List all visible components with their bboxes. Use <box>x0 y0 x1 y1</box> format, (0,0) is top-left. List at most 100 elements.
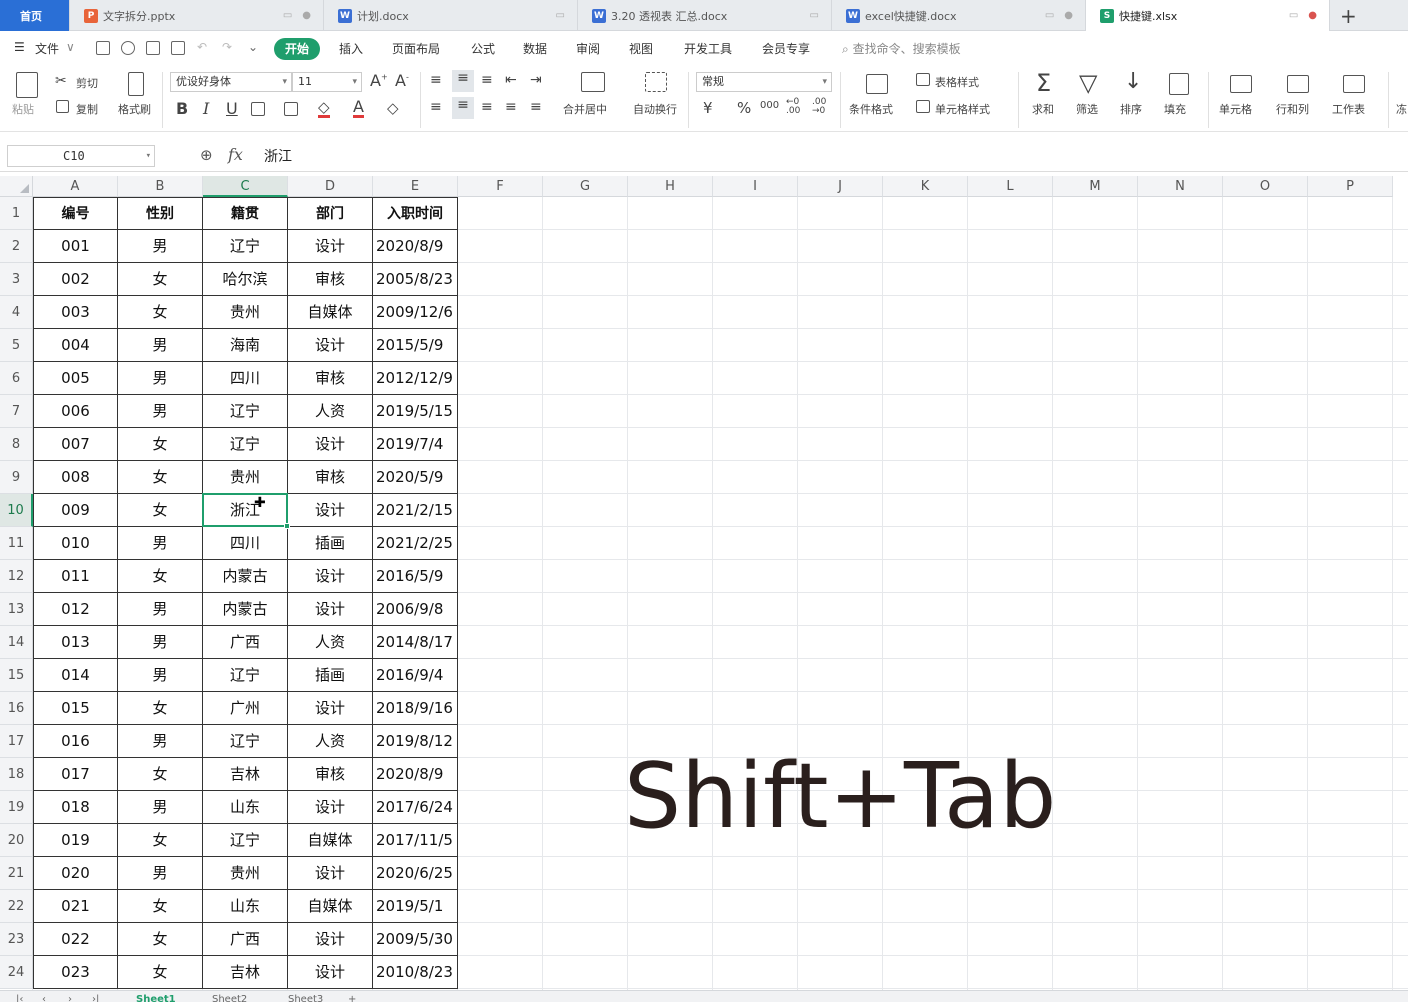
indent-increase-icon[interactable]: ⇥ <box>530 72 542 88</box>
table-cell[interactable]: 设计 <box>288 230 373 263</box>
menu-member[interactable]: 会员专享 <box>762 40 810 57</box>
table-header-cell[interactable]: 部门 <box>288 197 373 230</box>
filter-icon[interactable]: ▽ <box>1079 69 1097 97</box>
print-preview-icon[interactable] <box>171 41 185 55</box>
column-header-c[interactable]: C <box>203 176 288 197</box>
table-cell[interactable]: 吉林 <box>203 956 288 989</box>
tab-home[interactable]: 首页 <box>0 0 70 31</box>
decrease-decimal-button[interactable]: .00 →0 <box>812 98 832 116</box>
paste-button[interactable]: 粘贴 <box>12 101 34 117</box>
menu-view[interactable]: 视图 <box>629 40 653 57</box>
table-cell[interactable]: 四川 <box>203 527 288 560</box>
table-cell[interactable]: 女 <box>118 428 203 461</box>
menu-file[interactable]: 文件 <box>35 40 59 57</box>
restore-icon[interactable]: ▭ <box>283 10 292 21</box>
table-cell[interactable]: 女 <box>118 890 203 923</box>
row-header-6[interactable]: 6 <box>0 362 33 395</box>
add-sheet-icon[interactable]: + <box>348 994 356 1002</box>
fill-handle[interactable] <box>284 523 290 529</box>
table-cell[interactable]: 辽宁 <box>203 824 288 857</box>
table-cell[interactable]: 010 <box>33 527 118 560</box>
unsaved-dot-icon[interactable]: ● <box>1308 10 1317 21</box>
new-tab-plus-icon[interactable]: + <box>1340 4 1357 28</box>
menu-start[interactable]: 开始 <box>274 38 320 60</box>
table-cell[interactable]: 2019/7/4 <box>373 428 458 461</box>
table-cell[interactable]: 审核 <box>288 758 373 791</box>
copy-icon[interactable] <box>56 100 69 113</box>
table-cell[interactable]: 吉林 <box>203 758 288 791</box>
table-cell[interactable]: 女 <box>118 263 203 296</box>
format-painter-button[interactable]: 格式刷 <box>118 101 151 117</box>
table-cell[interactable]: 设计 <box>288 923 373 956</box>
tab-docx-plan[interactable]: W 计划.docx ▭ <box>324 0 578 31</box>
tab-docx-shortcuts[interactable]: W excel快捷键.docx ▭ ● <box>832 0 1086 31</box>
column-header-g[interactable]: G <box>543 176 628 197</box>
row-header-14[interactable]: 14 <box>0 626 33 659</box>
italic-button[interactable]: I <box>203 99 209 118</box>
table-cell[interactable]: 哈尔滨 <box>203 263 288 296</box>
row-col-button[interactable]: 行和列 <box>1276 101 1309 117</box>
column-header-m[interactable]: M <box>1053 176 1138 197</box>
fill-color-icon[interactable]: ◇ <box>318 99 330 118</box>
table-header-cell[interactable]: 入职时间 <box>373 197 458 230</box>
row-header-10[interactable]: 10 <box>0 494 33 527</box>
table-cell[interactable]: 019 <box>33 824 118 857</box>
table-cell[interactable]: 2015/5/9 <box>373 329 458 362</box>
table-cell[interactable]: 辽宁 <box>203 659 288 692</box>
row-header-12[interactable]: 12 <box>0 560 33 593</box>
table-cell[interactable]: 内蒙古 <box>203 560 288 593</box>
fill-pattern-icon[interactable] <box>284 102 298 116</box>
table-cell[interactable]: 2016/5/9 <box>373 560 458 593</box>
indent-decrease-icon[interactable]: ⇤ <box>505 72 517 88</box>
table-cell[interactable]: 001 <box>33 230 118 263</box>
column-header-j[interactable]: J <box>798 176 883 197</box>
table-cell[interactable]: 山东 <box>203 890 288 923</box>
justify-icon[interactable]: ≡ <box>505 99 517 115</box>
next-sheet-icon[interactable]: › <box>68 994 72 1002</box>
table-cell[interactable]: 022 <box>33 923 118 956</box>
table-cell[interactable]: 贵州 <box>203 296 288 329</box>
table-cell[interactable]: 2018/9/16 <box>373 692 458 725</box>
cell-icon[interactable] <box>1230 75 1252 93</box>
table-cell[interactable]: 女 <box>118 758 203 791</box>
table-cell[interactable]: 设计 <box>288 560 373 593</box>
filter-button[interactable]: 筛选 <box>1076 101 1098 117</box>
table-cell[interactable]: 内蒙古 <box>203 593 288 626</box>
sheet-tab-3[interactable]: Sheet3 <box>288 994 323 1002</box>
row-header-23[interactable]: 23 <box>0 923 33 956</box>
select-all-corner[interactable] <box>0 176 33 197</box>
table-header-cell[interactable]: 性别 <box>118 197 203 230</box>
copy-button[interactable]: 复制 <box>76 101 98 117</box>
clear-format-icon[interactable]: ◇ <box>387 99 399 117</box>
table-cell[interactable]: 设计 <box>288 692 373 725</box>
table-header-cell[interactable]: 籍贯 <box>203 197 288 230</box>
row-header-4[interactable]: 4 <box>0 296 33 329</box>
align-top-icon[interactable]: ≡ <box>430 72 442 88</box>
table-cell[interactable]: 人资 <box>288 626 373 659</box>
column-header-o[interactable]: O <box>1223 176 1308 197</box>
sheet-tab-1[interactable]: Sheet1 <box>136 994 176 1002</box>
menu-data[interactable]: 数据 <box>523 40 547 57</box>
restore-icon[interactable]: ▭ <box>810 10 819 21</box>
menu-page-layout[interactable]: 页面布局 <box>392 40 440 57</box>
table-cell[interactable]: 2021/2/25 <box>373 527 458 560</box>
table-cell[interactable]: 贵州 <box>203 857 288 890</box>
table-cell[interactable]: 2021/2/15 <box>373 494 458 527</box>
tab-docx-pivot[interactable]: W 3.20 透视表 汇总.docx ▭ <box>578 0 832 31</box>
table-cell[interactable]: 009 <box>33 494 118 527</box>
name-box[interactable]: C10 <box>7 145 155 167</box>
menu-insert[interactable]: 插入 <box>339 40 363 57</box>
table-cell[interactable]: 023 <box>33 956 118 989</box>
table-cell[interactable]: 015 <box>33 692 118 725</box>
table-cell[interactable]: 男 <box>118 791 203 824</box>
spreadsheet-grid[interactable]: A B C D E F G H I J K L M N O P 1 编号 性别 籍贯 部门 入职时间 2 001 男辽宁 设计 20… <box>0 176 1408 990</box>
row-header-11[interactable]: 11 <box>0 527 33 560</box>
table-cell[interactable]: 2006/9/8 <box>373 593 458 626</box>
percent-button[interactable]: % <box>737 99 751 117</box>
table-cell[interactable]: 男 <box>118 362 203 395</box>
table-cell[interactable]: 男 <box>118 395 203 428</box>
table-cell[interactable]: 广西 <box>203 923 288 956</box>
align-right-icon[interactable]: ≡ <box>481 99 493 115</box>
row-header-15[interactable]: 15 <box>0 659 33 692</box>
share-icon[interactable] <box>121 41 135 55</box>
